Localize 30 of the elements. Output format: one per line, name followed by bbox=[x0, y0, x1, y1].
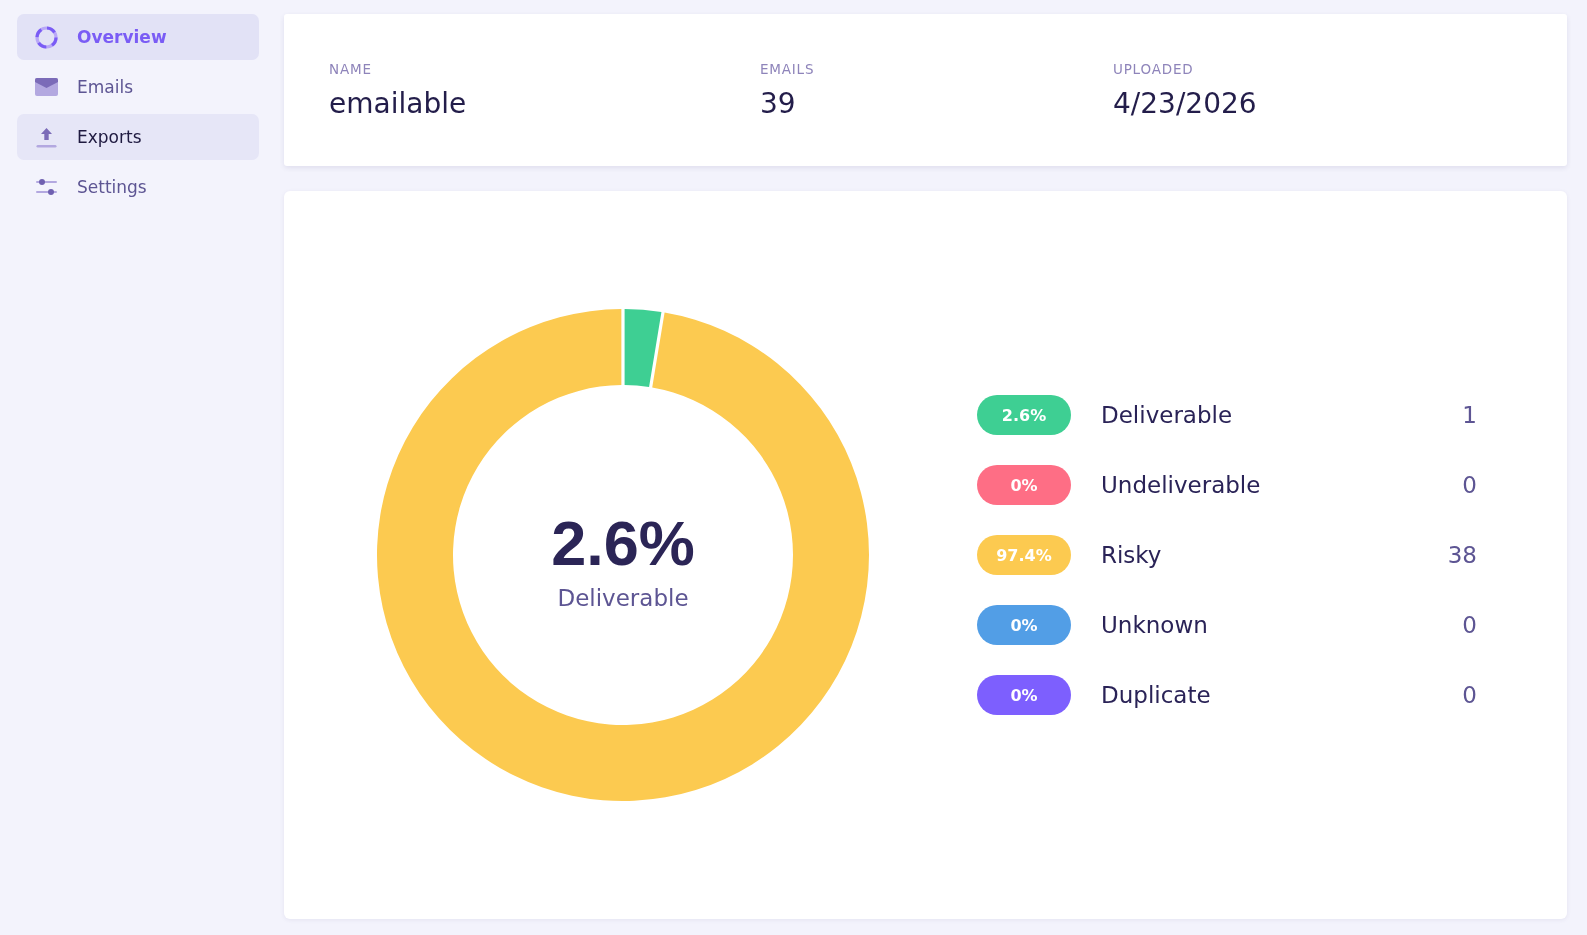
field-value: 4/23/2026 bbox=[1113, 86, 1258, 120]
percent-pill: 0% bbox=[977, 465, 1071, 505]
sidebar-item[interactable]: Emails bbox=[17, 64, 259, 110]
center-value: 2.6% bbox=[551, 511, 695, 575]
sidebar-item[interactable]: Settings bbox=[17, 164, 259, 210]
field-label: EMAILS bbox=[760, 60, 816, 77]
legend-count: 1 bbox=[1462, 402, 1477, 428]
envelope-icon bbox=[35, 78, 58, 96]
legend-count: 38 bbox=[1447, 542, 1477, 568]
legend-count: 0 bbox=[1462, 472, 1477, 498]
sidebar-item[interactable]: Exports bbox=[17, 114, 259, 160]
legend-label: Deliverable bbox=[1101, 402, 1234, 428]
field-value: 39 bbox=[760, 86, 797, 120]
legend-label: Risky bbox=[1101, 542, 1163, 568]
field-label: NAME bbox=[329, 60, 373, 77]
legend-label: Duplicate bbox=[1101, 682, 1212, 708]
upload-icon bbox=[35, 125, 58, 149]
percent-pill: 2.6% bbox=[977, 395, 1071, 435]
legend-label: Unknown bbox=[1101, 612, 1209, 638]
percent-pill: 97.4% bbox=[977, 535, 1071, 575]
percent-pill: 0% bbox=[977, 675, 1071, 715]
percent-pill: 0% bbox=[977, 605, 1071, 645]
legend-count: 0 bbox=[1462, 682, 1477, 708]
field-label: UPLOADED bbox=[1113, 60, 1195, 77]
legend-label: Undeliverable bbox=[1101, 472, 1262, 498]
field-value: emailable bbox=[329, 86, 468, 120]
legend-count: 0 bbox=[1462, 612, 1477, 638]
center-label: Deliverable bbox=[557, 584, 689, 611]
ring-icon bbox=[35, 25, 58, 49]
sidebar-item[interactable]: Overview bbox=[17, 14, 259, 60]
